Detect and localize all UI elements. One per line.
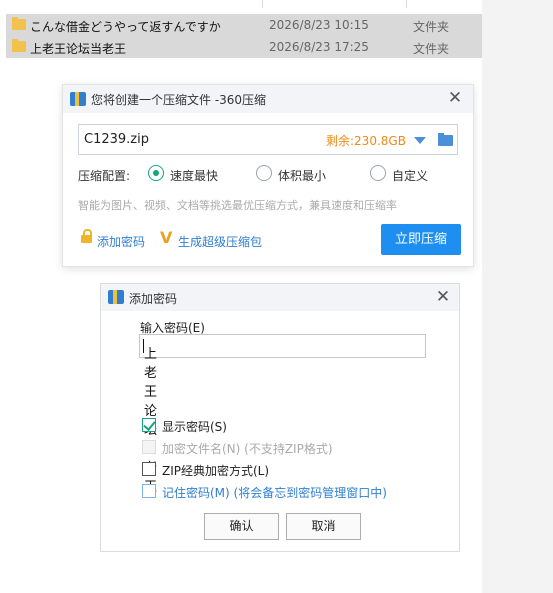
radio-custom-label[interactable]: 自定义 [392,167,428,184]
screen: こんな借金どうやって返すんですか 2026/8/23 10:15 文件夹 上老王… [0,0,553,593]
encrypt-filename-label: 加密文件名(N) (不支持ZIP格式) [162,442,333,456]
show-password-label[interactable]: 显示密码(S) [162,418,227,435]
v-badge-icon: V [160,228,173,247]
file-type: 文件夹 [413,42,450,56]
archive-app-icon [108,290,124,304]
file-row[interactable]: こんな借金どうやって返すんですか 2026/8/23 10:15 文件夹 [6,14,482,36]
super-package-link[interactable]: 生成超级压缩包 [178,233,262,250]
password-input[interactable]: 上老王论坛当老王 [139,334,426,495]
radio-fastest-label[interactable]: 速度最快 [170,167,218,184]
column-divider[interactable] [262,0,263,8]
add-password-link[interactable]: 添加密码 [97,233,145,250]
close-icon[interactable]: ✕ [435,289,451,306]
password-dialog: 添加密码 ✕ 输入密码(E) 上老王论坛当老王 显示密码(S) 加密文件名(N)… [100,283,460,552]
file-date: 2026/8/23 17:25 [269,40,369,54]
radio-fastest[interactable] [148,165,164,181]
dropdown-arrow-icon[interactable] [414,137,426,144]
compress-dialog: 您将创建一个压缩文件 -360压缩 ✕ C1239.zip 剩余:230.8GB… [62,84,474,267]
free-space-label: 剩余:230.8GB [326,134,406,148]
file-date: 2026/8/23 10:15 [269,18,369,32]
remember-password-checkbox[interactable] [142,484,156,498]
show-password-checkbox[interactable] [142,418,156,432]
archive-filename[interactable]: C1239.zip [84,132,149,147]
compress-hint: 智能为图片、视频、文档等挑选最优压缩方式，兼具速度和压缩率 [78,199,397,212]
cancel-button[interactable]: 取消 [286,513,361,540]
remember-password-label[interactable]: 记住密码(M) (将会备忘到密码管理窗口中) [162,484,387,501]
radio-smallest[interactable] [256,165,272,181]
file-name: 上老王论坛当老王 [30,42,127,56]
password-dialog-titlebar[interactable]: 添加密码 ✕ [101,284,459,311]
file-row[interactable]: 上老王论坛当老王 2026/8/23 17:25 文件夹 [6,36,482,58]
compress-now-button[interactable]: 立即压缩 [381,224,461,255]
encrypt-filename-checkbox [142,440,156,454]
folder-icon [12,39,26,52]
lock-icon[interactable] [81,229,92,243]
file-type: 文件夹 [413,20,450,34]
column-divider[interactable] [406,0,407,8]
explorer-right-pane [482,0,553,593]
zip-classic-label[interactable]: ZIP经典加密方式(L) [162,462,269,479]
archive-path-field[interactable]: C1239.zip 剩余:230.8GB [78,124,458,155]
browse-folder-icon[interactable] [438,133,453,146]
ok-button[interactable]: 确认 [204,513,279,540]
folder-icon [12,17,26,30]
close-icon[interactable]: ✕ [447,90,463,107]
compress-dialog-titlebar[interactable]: 您将创建一个压缩文件 -360压缩 ✕ [63,85,473,113]
radio-custom[interactable] [370,165,386,181]
password-dialog-title: 添加密码 [129,292,178,306]
radio-smallest-label[interactable]: 体积最小 [278,167,326,184]
compress-dialog-title: 您将创建一个压缩文件 -360压缩 [91,93,267,107]
config-label: 压缩配置: [78,169,131,183]
file-name: こんな借金どうやって返すんですか [30,20,221,34]
archive-app-icon [70,92,86,106]
zip-classic-checkbox[interactable] [142,462,156,476]
